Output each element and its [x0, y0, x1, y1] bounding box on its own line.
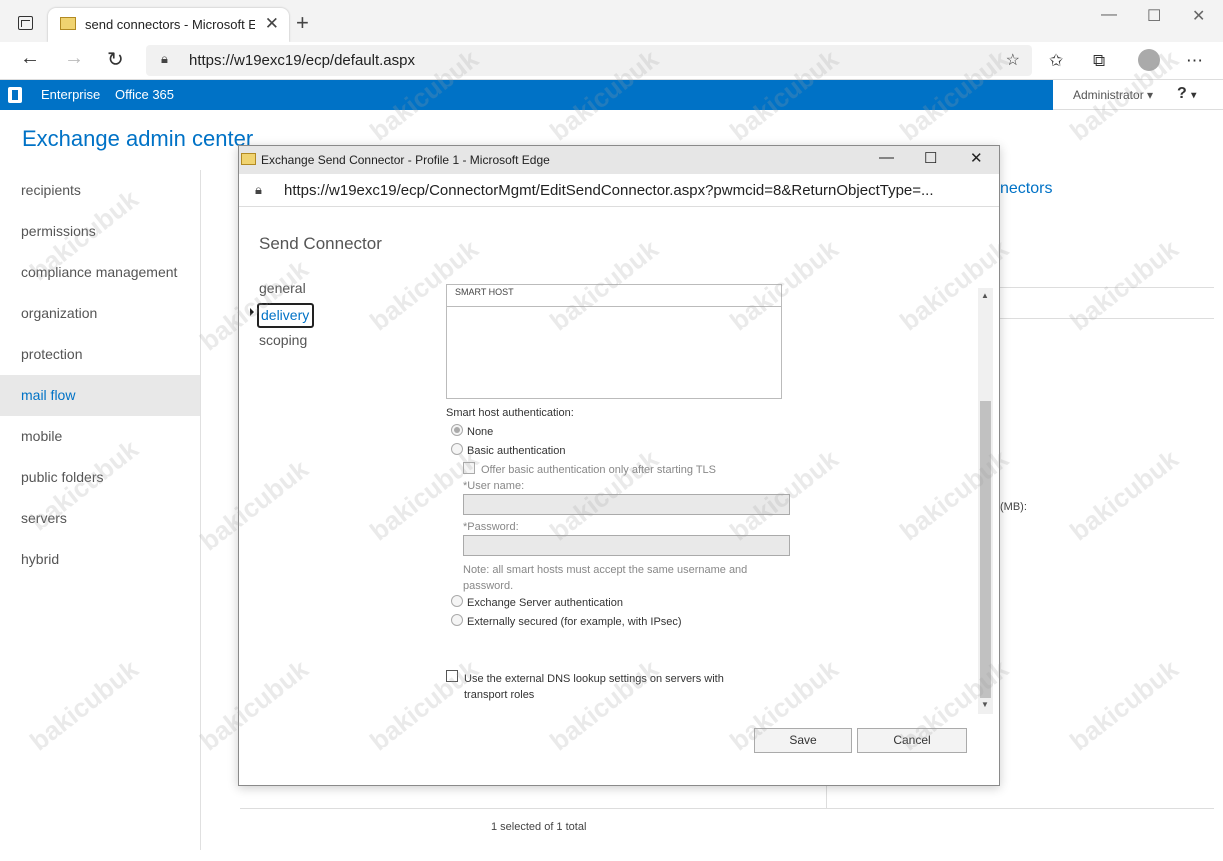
url-text: https://w19exc19/ecp/default.aspx: [189, 52, 415, 69]
delivery-content: SMART HOST Smart host authentication: No…: [446, 284, 986, 714]
auth-basic-label: Basic authentication: [467, 445, 566, 457]
nav-item-permissions[interactable]: permissions: [0, 211, 200, 252]
cancel-button[interactable]: Cancel: [857, 728, 967, 753]
scroll-thumb[interactable]: [980, 401, 991, 698]
admin-menu[interactable]: Administrator ▾: [1073, 88, 1153, 102]
divider: [240, 808, 1214, 809]
tab-scoping[interactable]: scoping: [259, 330, 314, 355]
auth-exchange-label: Exchange Server authentication: [467, 597, 623, 609]
back-icon[interactable]: ←: [20, 47, 40, 70]
username-field[interactable]: [463, 494, 790, 515]
more-icon[interactable]: ⋯: [1186, 51, 1203, 71]
add-favorite-icon[interactable]: ☆: [1006, 50, 1020, 70]
browser-address-bar: ← → ↻ 🔒︎ https://w19exc19/ecp/default.as…: [0, 42, 1223, 80]
dns-lookup-checkbox[interactable]: [446, 670, 458, 682]
dns-lookup-label: Use the external DNS lookup settings on …: [464, 673, 724, 701]
smart-host-auth-label: Smart host authentication:: [446, 407, 574, 419]
send-connectors-tab[interactable]: nectors: [1000, 180, 1052, 198]
watermark-text: bakicubuk: [24, 653, 144, 757]
auth-external-radio[interactable]: [451, 614, 463, 626]
offer-tls-label: Offer basic authentication only after st…: [481, 464, 717, 476]
forward-icon[interactable]: →: [64, 47, 84, 70]
popup-title-bar: Exchange Send Connector - Profile 1 - Mi…: [239, 146, 999, 174]
nav-item-public-folders[interactable]: public folders: [0, 457, 200, 498]
refresh-icon[interactable]: ↻: [107, 47, 124, 72]
nav-item-hybrid[interactable]: hybrid: [0, 539, 200, 580]
detail-label-mb: (MB):: [1000, 501, 1027, 513]
scroll-down-icon[interactable]: ▼: [981, 700, 989, 709]
scroll-up-icon[interactable]: ▲: [981, 291, 989, 300]
close-window-icon[interactable]: ✕: [1192, 6, 1205, 26]
selection-count: 1 selected of 1 total: [491, 821, 587, 833]
divider: [1000, 287, 1214, 288]
popup-address-bar[interactable]: 🔒︎ https://w19exc19/ecp/ConnectorMgmt/Ed…: [239, 174, 999, 207]
popup-maximize-icon[interactable]: ☐: [924, 149, 937, 167]
popup-window-title: Exchange Send Connector - Profile 1 - Mi…: [261, 153, 550, 167]
auth-note: Note: all smart hosts must accept the sa…: [463, 564, 748, 592]
nav-item-compliance-management[interactable]: compliance management: [0, 252, 200, 293]
password-field[interactable]: [463, 535, 790, 556]
office-logo-icon: [8, 87, 22, 103]
nav-item-mobile[interactable]: mobile: [0, 416, 200, 457]
auth-basic-radio[interactable]: [451, 443, 463, 455]
smart-host-header: SMART HOST: [447, 285, 781, 307]
nav-item-mail-flow[interactable]: mail flow: [0, 375, 200, 416]
profile-avatar-icon[interactable]: [1138, 49, 1160, 71]
divider: [826, 786, 827, 808]
minimize-icon[interactable]: —: [1101, 6, 1117, 24]
lock-icon: 🔒︎: [255, 182, 262, 197]
auth-external-label: Externally secured (for example, with IP…: [467, 616, 682, 628]
eac-nav: recipients permissions compliance manage…: [0, 170, 200, 580]
popup-minimize-icon[interactable]: —: [879, 149, 894, 166]
url-field[interactable]: 🔒︎ https://w19exc19/ecp/default.aspx ☆: [146, 45, 1032, 76]
nav-divider: [200, 170, 201, 850]
maximize-icon[interactable]: ☐: [1147, 6, 1161, 26]
collections-icon[interactable]: ⧉: [1093, 51, 1105, 71]
send-connector-heading: Send Connector: [259, 234, 382, 253]
auth-exchange-radio[interactable]: [451, 595, 463, 607]
tab-general[interactable]: general: [259, 278, 314, 303]
save-button[interactable]: Save: [754, 728, 852, 753]
tab-delivery[interactable]: delivery: [257, 303, 314, 328]
favorites-icon[interactable]: ✩: [1049, 51, 1063, 71]
help-menu[interactable]: ? ▾: [1177, 85, 1196, 103]
watermark-text: bakicubuk: [1064, 653, 1184, 757]
browser-tab[interactable]: send connectors - Microsoft Excl ✕: [48, 8, 289, 42]
popup-url-text: https://w19exc19/ecp/ConnectorMgmt/EditS…: [284, 182, 934, 199]
page-title: Exchange admin center: [22, 126, 254, 151]
password-label: *Password:: [463, 521, 519, 533]
popup-close-icon[interactable]: ✕: [970, 149, 983, 167]
connector-tabs: general delivery scoping: [257, 278, 314, 355]
eac-top-bar: Enterprise Office 365: [0, 80, 1223, 110]
nav-item-recipients[interactable]: recipients: [0, 170, 200, 211]
admin-label: Administrator: [1073, 88, 1144, 102]
content-scrollbar[interactable]: ▲ ▼: [978, 288, 993, 714]
selected-tab-arrow-icon: [250, 308, 254, 316]
window-menu-icon[interactable]: [18, 16, 33, 30]
send-connector-popup: Exchange Send Connector - Profile 1 - Mi…: [238, 145, 1000, 786]
nav-item-organization[interactable]: organization: [0, 293, 200, 334]
lock-icon: 🔒︎: [161, 51, 168, 66]
auth-none-radio[interactable]: [451, 424, 463, 436]
tab-title: send connectors - Microsoft Excl: [85, 17, 255, 32]
exchange-favicon-icon: [241, 153, 256, 165]
offer-tls-checkbox[interactable]: [463, 462, 475, 474]
tab-close-icon[interactable]: ✕: [265, 14, 279, 34]
auth-none-label: None: [467, 426, 494, 438]
exchange-favicon-icon: [60, 17, 76, 30]
username-label: *User name:: [463, 480, 525, 492]
divider: [1000, 318, 1214, 319]
office365-link[interactable]: Office 365: [115, 87, 174, 102]
enterprise-link[interactable]: Enterprise: [41, 87, 100, 102]
help-label: ?: [1177, 85, 1187, 102]
watermark-text: bakicubuk: [1064, 443, 1184, 547]
smart-host-list[interactable]: SMART HOST: [446, 284, 782, 399]
new-tab-icon[interactable]: +: [296, 10, 309, 36]
nav-item-servers[interactable]: servers: [0, 498, 200, 539]
nav-item-protection[interactable]: protection: [0, 334, 200, 375]
watermark-text: bakicubuk: [1064, 233, 1184, 337]
browser-tab-bar: send connectors - Microsoft Excl ✕ + — ☐…: [0, 0, 1223, 42]
